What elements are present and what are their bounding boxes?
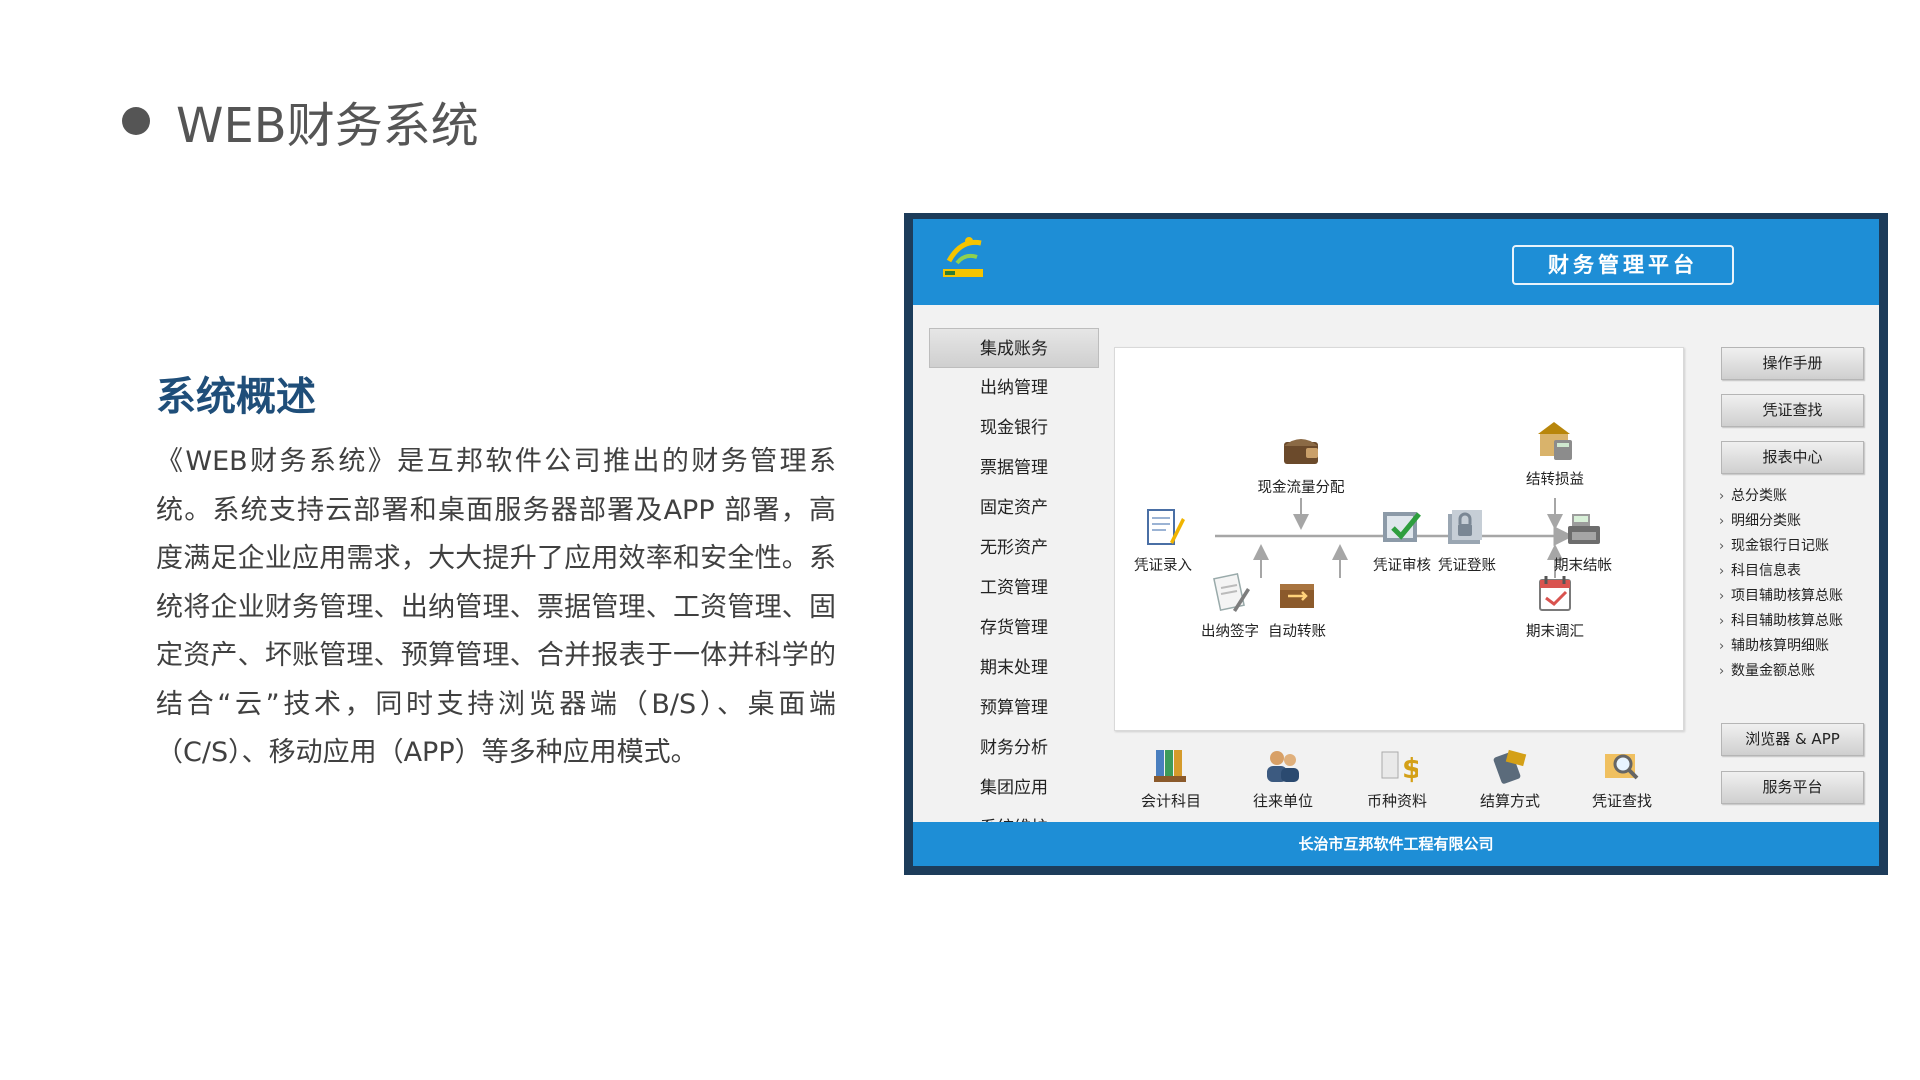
report-link-aux-detail[interactable]: › 辅助核算明细账	[1719, 634, 1879, 659]
report-link-subject-info[interactable]: › 科目信息表	[1719, 559, 1879, 584]
nav-item-budget[interactable]: 预算管理	[929, 688, 1099, 728]
nav-item-payroll[interactable]: 工资管理	[929, 568, 1099, 608]
report-list: › 总分类账 › 明细分类账 › 现金银行日记账 › 科目信息表 › 项目辅助核算总账 ›…	[1719, 484, 1879, 684]
flow-carry-profit[interactable]: 结转损益	[1500, 418, 1610, 489]
transfer-box-icon	[1280, 584, 1314, 608]
app-header: 财务管理平台	[913, 219, 1879, 305]
nav-item-cashier[interactable]: 出纳管理	[929, 368, 1099, 408]
browser-app-button[interactable]: 浏览器 & APP	[1721, 723, 1864, 756]
overview-paragraph: 《WEB财务系统》是互邦软件公司推出的财务管理系统。系统支持云部署和桌面服务器部…	[156, 446, 836, 768]
nav-item-inventory[interactable]: 存货管理	[929, 608, 1099, 648]
sidebar-nav: 集成账务 出纳管理 现金银行 票据管理 固定资产 无形资产 工资管理 存货管理 …	[929, 328, 1099, 848]
people-icon	[1267, 751, 1299, 782]
report-link-subject-aux-ledger[interactable]: › 科目辅助核算总账	[1719, 609, 1879, 634]
report-link-cash-bank-journal[interactable]: › 现金银行日记账	[1719, 534, 1879, 559]
report-link-general-ledger[interactable]: › 总分类账	[1719, 484, 1879, 509]
flow-voucher-entry[interactable]: 凭证录入	[1108, 504, 1218, 575]
tool-voucher-search[interactable]: 凭证查找	[1572, 744, 1672, 811]
magnifier-folder-icon	[1605, 754, 1639, 780]
nav-item-group[interactable]: 集团应用	[929, 768, 1099, 808]
card-terminal-icon	[1493, 749, 1527, 784]
cash-register-icon	[1568, 514, 1600, 544]
slide-title: WEB财务系统	[122, 86, 479, 156]
nav-item-bills[interactable]: 票据管理	[929, 448, 1099, 488]
app-screenshot: 财务管理平台 集成账务 出纳管理 现金银行 票据管理 固定资产 无形资产 工资管…	[904, 213, 1888, 875]
flow-cash-flow[interactable]: 现金流量分配	[1246, 426, 1356, 497]
chevron-right-icon: ›	[1719, 639, 1725, 654]
platform-title: 财务管理平台	[1512, 245, 1734, 285]
bank-calculator-icon	[1538, 422, 1572, 460]
flow-auto-transfer[interactable]: 自动转账	[1242, 570, 1352, 641]
calendar-icon	[1539, 576, 1571, 611]
nav-item-period-end[interactable]: 期末处理	[929, 648, 1099, 688]
locked-folder-icon	[1448, 510, 1482, 544]
voucher-search-button[interactable]: 凭证查找	[1721, 394, 1864, 427]
tool-currencies[interactable]: $ 币种资料	[1347, 744, 1447, 811]
chevron-right-icon: ›	[1719, 564, 1725, 579]
nav-item-cash-bank[interactable]: 现金银行	[929, 408, 1099, 448]
tool-counterparties[interactable]: 往来单位	[1233, 744, 1333, 811]
dollar-sign-icon: $	[1381, 751, 1418, 785]
bullet-dot	[122, 107, 150, 135]
service-platform-button[interactable]: 服务平台	[1721, 771, 1864, 804]
binders-icon	[1154, 750, 1186, 782]
svg-text:$: $	[1402, 752, 1418, 785]
tool-accounting-subjects[interactable]: 会计科目	[1121, 744, 1221, 811]
quick-tools: 会计科目 往来单位 $ 币种资料 结算方式 凭证查找	[1114, 744, 1684, 824]
report-link-detail-ledger[interactable]: › 明细分类账	[1719, 509, 1879, 534]
report-link-project-aux-ledger[interactable]: › 项目辅助核算总账	[1719, 584, 1879, 609]
overview-heading: 系统概述	[156, 374, 316, 420]
chevron-right-icon: ›	[1719, 664, 1725, 679]
app-body: 财务管理平台 集成账务 出纳管理 现金银行 票据管理 固定资产 无形资产 工资管…	[913, 219, 1879, 866]
tool-settlement-methods[interactable]: 结算方式	[1460, 744, 1560, 811]
chevron-right-icon: ›	[1719, 539, 1725, 554]
flow-period-close[interactable]: 期末结帐	[1528, 504, 1638, 575]
nav-item-financial-analysis[interactable]: 财务分析	[929, 728, 1099, 768]
chevron-right-icon: ›	[1719, 614, 1725, 629]
slide-title-text: WEB财务系统	[176, 98, 479, 154]
chevron-right-icon: ›	[1719, 489, 1725, 504]
report-link-quantity-amount[interactable]: › 数量金额总账	[1719, 659, 1879, 684]
nav-item-fixed-assets[interactable]: 固定资产	[929, 488, 1099, 528]
notepad-pen-icon	[1147, 509, 1185, 545]
manual-button[interactable]: 操作手册	[1721, 347, 1864, 380]
chevron-right-icon: ›	[1719, 514, 1725, 529]
nav-item-integrated-accounting[interactable]: 集成账务	[929, 328, 1099, 368]
nav-item-intangible-assets[interactable]: 无形资产	[929, 528, 1099, 568]
workflow-panel: 现金流量分配 结转损益 凭证录入 凭证审核 凭证登账 期末结帐 出纳签字 自动转…	[1114, 347, 1684, 731]
report-center-button[interactable]: 报表中心	[1721, 441, 1864, 474]
flow-voucher-post[interactable]: 凭证登账	[1412, 504, 1522, 575]
wallet-icon	[1284, 439, 1318, 464]
flow-period-adjust[interactable]: 期末调汇	[1500, 570, 1610, 641]
company-logo-icon	[943, 237, 983, 277]
app-footer: 长治市互邦软件工程有限公司	[913, 822, 1879, 866]
chevron-right-icon: ›	[1719, 589, 1725, 604]
